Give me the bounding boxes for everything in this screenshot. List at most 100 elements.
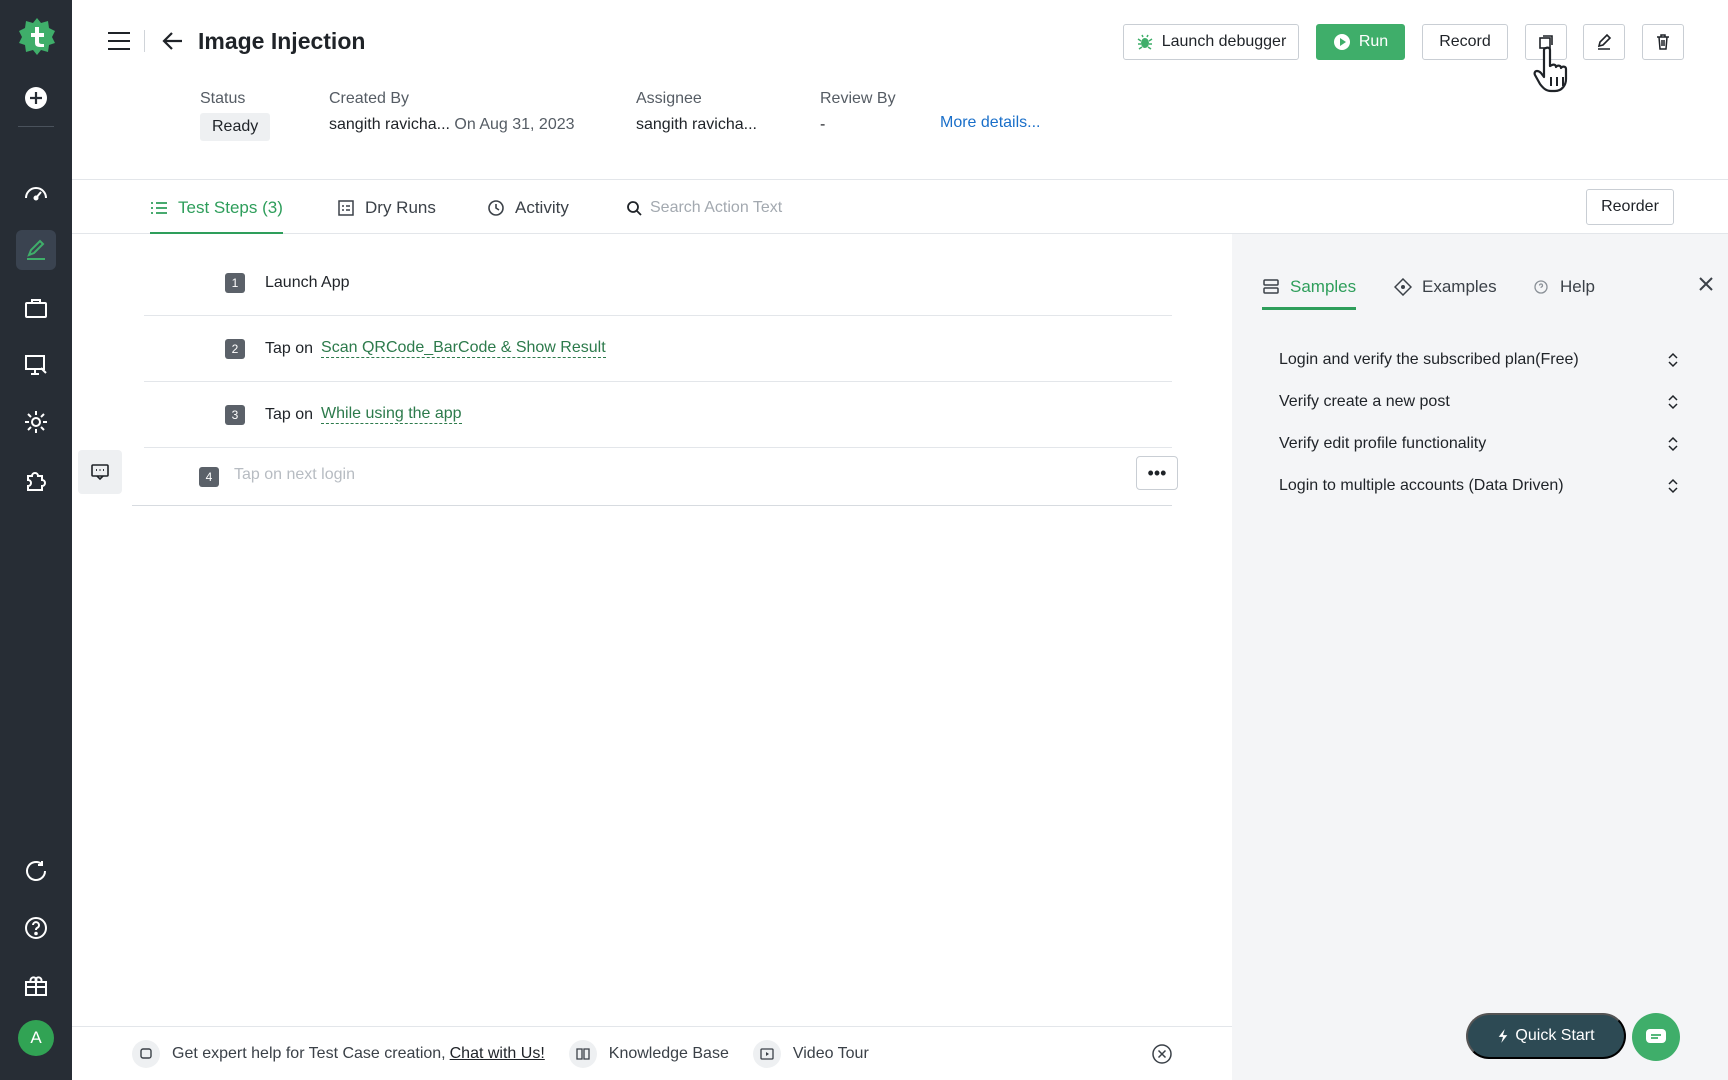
close-footer-icon[interactable] <box>1151 1043 1173 1065</box>
settings-icon[interactable] <box>16 402 56 442</box>
status-meta: Status Ready <box>200 90 271 141</box>
clock-icon <box>488 199 504 216</box>
panel-tab-help-label: Help <box>1560 277 1595 296</box>
trash-icon <box>1657 34 1669 50</box>
status-badge: Ready <box>200 113 271 141</box>
sample-item[interactable]: Verify edit profile functionality <box>1279 429 1681 459</box>
chat-bubble-icon <box>132 1039 160 1068</box>
add-icon[interactable] <box>16 78 56 118</box>
delete-button[interactable] <box>1642 24 1684 60</box>
pencil-icon <box>1597 33 1612 50</box>
tab-test-steps-label: Test Steps (3) <box>178 197 283 217</box>
record-button[interactable]: Record <box>1422 24 1508 60</box>
panel-tab-examples[interactable]: Examples <box>1394 270 1497 304</box>
new-step-number: 4 <box>199 467 219 487</box>
quick-start-label: Quick Start <box>1515 1027 1595 1044</box>
assignee-meta: Assignee sangith ravicha... <box>636 90 757 134</box>
test-step-1[interactable]: 1 Launch App <box>144 250 1172 316</box>
testsigma-logo-icon[interactable] <box>17 16 57 56</box>
page-title: Image Injection <box>198 28 366 54</box>
monitor-icon[interactable] <box>16 345 56 385</box>
step-comment-button[interactable] <box>78 450 122 494</box>
video-icon <box>752 1039 781 1068</box>
created-by-meta: Created By sangith ravicha... On Aug 31,… <box>329 90 575 134</box>
list-icon <box>151 201 167 214</box>
chat-fab-button[interactable] <box>1632 1013 1680 1061</box>
sample-item-label: Login to multiple accounts (Data Driven) <box>1279 477 1564 494</box>
review-by-meta: Review By - <box>820 90 896 134</box>
dashboard-icon[interactable] <box>16 173 56 213</box>
created-by-value: sangith ravicha... <box>329 116 450 133</box>
video-tour-link[interactable]: Video Tour <box>793 1045 869 1063</box>
tab-dry-runs[interactable]: Dry Runs <box>337 181 436 234</box>
search-icon <box>627 200 642 216</box>
tab-activity-label: Activity <box>515 197 569 217</box>
expand-icon[interactable] <box>1665 394 1681 410</box>
run-label: Run <box>1358 33 1389 50</box>
help-text-label: Get expert help for Test Case creation, <box>172 1044 446 1062</box>
status-label: Status <box>200 90 246 107</box>
assignee-label: Assignee <box>636 90 702 107</box>
sample-item[interactable]: Login to multiple accounts (Data Driven) <box>1279 471 1681 501</box>
expand-icon[interactable] <box>1665 436 1681 452</box>
new-step-row: 4 <box>132 448 1172 506</box>
tabs-bar: Test Steps (3) Dry Runs Activity Reorder <box>72 181 1728 235</box>
diamond-icon <box>1394 278 1412 296</box>
samples-panel: Samples Examples Help Login and verify t… <box>1232 234 1728 1080</box>
quick-start-button[interactable]: Quick Start <box>1466 1013 1626 1059</box>
sample-item-label: Verify create a new post <box>1279 393 1450 410</box>
bug-icon <box>1137 34 1153 50</box>
reorder-button[interactable]: Reorder <box>1586 189 1674 225</box>
tab-test-steps[interactable]: Test Steps (3) <box>150 181 283 235</box>
more-options-button[interactable]: ••• <box>1136 456 1178 490</box>
back-arrow-icon[interactable] <box>160 28 186 54</box>
search-box <box>626 181 850 234</box>
refresh-icon[interactable] <box>16 851 56 891</box>
chat-with-us-link[interactable]: Chat with Us! <box>450 1045 545 1062</box>
test-step-2[interactable]: 2 Tap on Scan QRCode_BarCode & Show Resu… <box>144 316 1172 382</box>
header-divider <box>144 30 145 52</box>
assignee-value: sangith ravicha... <box>636 116 757 133</box>
header: Image Injection Launch debugger Run Reco… <box>72 0 1728 180</box>
step-number: 1 <box>225 272 245 293</box>
sample-item[interactable]: Login and verify the subscribed plan(Fre… <box>1279 345 1681 375</box>
chat-icon <box>1646 1029 1666 1043</box>
help-text: Get expert help for Test Case creation, C… <box>172 1045 545 1063</box>
close-icon[interactable] <box>1694 272 1718 296</box>
test-steps-list: 1 Launch App 2 Tap on Scan QRCode_BarCod… <box>72 234 1232 1026</box>
test-step-3[interactable]: 3 Tap on While using the app <box>144 382 1172 448</box>
lightning-icon <box>1499 1029 1508 1043</box>
step-element-link[interactable]: While using the app <box>321 405 462 424</box>
stack-icon <box>1263 279 1279 294</box>
tab-activity[interactable]: Activity <box>487 181 569 234</box>
run-button[interactable]: Run <box>1316 24 1405 60</box>
new-step-input[interactable] <box>234 466 1034 484</box>
step-number: 2 <box>225 338 245 359</box>
expand-icon[interactable] <box>1665 478 1681 494</box>
calendar-list-icon <box>338 199 354 216</box>
record-label: Record <box>1439 33 1491 50</box>
review-by-label: Review By <box>820 90 896 107</box>
step-action-text: Tap on <box>265 339 314 357</box>
sample-item[interactable]: Verify create a new post <box>1279 387 1681 417</box>
menu-icon[interactable] <box>106 28 132 54</box>
step-element-link[interactable]: Scan QRCode_BarCode & Show Result <box>321 339 606 358</box>
puzzle-icon[interactable] <box>16 460 56 500</box>
sample-item-label: Verify edit profile functionality <box>1279 435 1487 452</box>
briefcase-icon[interactable] <box>16 288 56 328</box>
comment-icon <box>91 464 109 481</box>
edit-button[interactable] <box>1583 24 1625 60</box>
avatar[interactable]: A <box>18 1020 54 1056</box>
sidebar-divider <box>18 126 54 127</box>
gift-icon[interactable] <box>16 966 56 1006</box>
knowledge-base-link[interactable]: Knowledge Base <box>609 1045 729 1063</box>
panel-tab-help[interactable]: Help <box>1532 270 1595 304</box>
launch-debugger-button[interactable]: Launch debugger <box>1123 24 1299 60</box>
help-icon[interactable] <box>16 908 56 948</box>
expand-icon[interactable] <box>1665 352 1681 368</box>
panel-tab-samples[interactable]: Samples <box>1262 270 1357 310</box>
more-details-link[interactable]: More details... <box>940 114 1040 132</box>
test-cases-icon[interactable] <box>16 230 56 270</box>
search-input[interactable] <box>650 198 850 217</box>
sample-item-label: Login and verify the subscribed plan(Fre… <box>1279 351 1579 368</box>
